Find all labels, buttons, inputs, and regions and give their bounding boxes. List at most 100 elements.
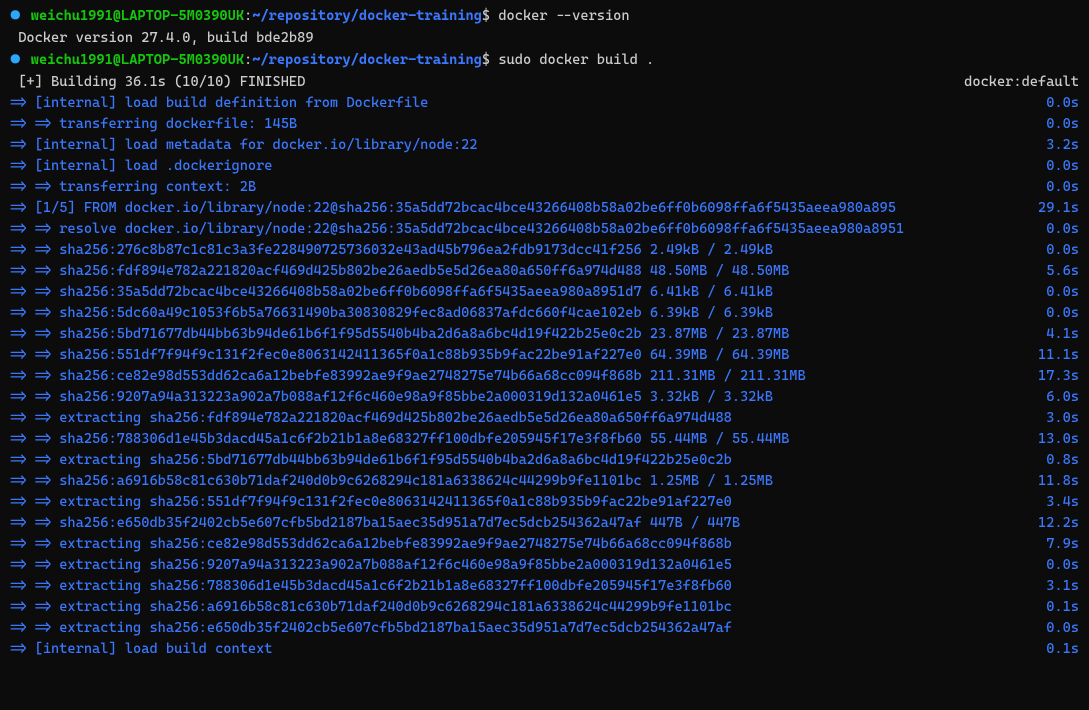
build-step-line: => => sha256:ce82e98d553dd62ca6a12bebfe8… — [10, 366, 1079, 387]
step-duration: 0.0s — [1038, 114, 1079, 135]
bullet-icon: ● — [10, 49, 21, 70]
build-step-line: => [internal] load .dockerignore0.0s — [10, 156, 1079, 177]
terminal-line-output: Docker version 27.4.0, build bde2b89 — [10, 28, 1079, 49]
build-step-line: => => sha256:276c8b87c1c81c3a3fe22849072… — [10, 240, 1079, 261]
prompt-dollar: $ — [482, 8, 490, 24]
step-text: sha256:276c8b87c1c81c3a3fe22849072573603… — [59, 242, 773, 258]
build-step-line: => => extracting sha256:ce82e98d553dd62c… — [10, 534, 1079, 555]
step-text: extracting sha256:ce82e98d553dd62ca6a12b… — [59, 536, 732, 552]
bullet-icon: ● — [10, 5, 21, 26]
step-arrow: => => — [10, 494, 59, 510]
step-duration: 4.1s — [1038, 324, 1079, 345]
step-duration: 3.1s — [1038, 576, 1079, 597]
build-step-line: => => transferring dockerfile: 145B 0.0s — [10, 114, 1079, 135]
step-arrow: => — [10, 158, 35, 174]
step-arrow: => => — [10, 368, 59, 384]
build-step-line: => => sha256:fdf894e782a221820acf469d425… — [10, 261, 1079, 282]
step-arrow: => — [10, 137, 35, 153]
step-arrow: => => — [10, 242, 59, 258]
step-duration: 0.0s — [1038, 282, 1079, 303]
step-duration: 11.8s — [1030, 471, 1079, 492]
build-step-line: => => sha256:551df7f94f9c131f2fec0e80631… — [10, 345, 1079, 366]
step-text: transferring context: 2B — [59, 179, 256, 195]
build-header-line: [+] Building 36.1s (10/10) FINISHED dock… — [10, 72, 1079, 93]
step-text: resolve docker.io/library/node:22@sha256… — [59, 221, 904, 237]
step-duration: 5.6s — [1038, 261, 1079, 282]
step-arrow: => => — [10, 116, 59, 132]
build-step-line: => => transferring context: 2B 0.0s — [10, 177, 1079, 198]
prompt-colon: : — [244, 52, 252, 68]
step-arrow: => — [10, 200, 35, 216]
build-step-line: => => sha256:a6916b58c81c630b71daf240d0b… — [10, 471, 1079, 492]
build-header-left: [+] Building 36.1s (10/10) FINISHED — [18, 74, 305, 90]
version-output: Docker version 27.4.0, build bde2b89 — [18, 30, 313, 46]
step-text: sha256:ce82e98d553dd62ca6a12bebfe83992ae… — [59, 368, 805, 384]
step-arrow: => => — [10, 263, 59, 279]
build-step-line: => => extracting sha256:551df7f94f9c131f… — [10, 492, 1079, 513]
prompt-user: weichu1991@LAPTOP-5M0390UK — [31, 52, 244, 68]
step-text: extracting sha256:e650db35f2402cb5e607cf… — [59, 620, 732, 636]
step-duration: 3.4s — [1038, 492, 1079, 513]
step-arrow: => => — [10, 599, 59, 615]
step-text: [internal] load metadata for docker.io/l… — [35, 137, 478, 153]
step-arrow: => => — [10, 284, 59, 300]
step-text: sha256:fdf894e782a221820acf469d425b802be… — [59, 263, 789, 279]
step-arrow: => => — [10, 515, 59, 531]
build-step-line: => [internal] load metadata for docker.i… — [10, 135, 1079, 156]
step-duration: 29.1s — [1030, 198, 1079, 219]
step-text: extracting sha256:fdf894e782a221820acf46… — [59, 410, 732, 426]
step-text: extracting sha256:a6916b58c81c630b71daf2… — [59, 599, 732, 615]
step-duration: 0.0s — [1038, 303, 1079, 324]
step-duration: 3.2s — [1038, 135, 1079, 156]
step-duration: 17.3s — [1030, 366, 1079, 387]
step-duration: 0.0s — [1038, 618, 1079, 639]
prompt-path: ~/repository/docker-training — [252, 52, 482, 68]
terminal-line-prompt-2[interactable]: ● weichu1991@LAPTOP-5M0390UK:~/repositor… — [10, 50, 1079, 71]
prompt-path: ~/repository/docker-training — [252, 8, 482, 24]
step-duration: 7.9s — [1038, 534, 1079, 555]
step-arrow: => => — [10, 473, 59, 489]
prompt-dollar: $ — [482, 52, 490, 68]
step-duration: 3.0s — [1038, 408, 1079, 429]
step-arrow: => => — [10, 578, 59, 594]
step-text: [internal] load build context — [35, 641, 273, 657]
step-duration: 0.0s — [1038, 240, 1079, 261]
step-arrow: => => — [10, 431, 59, 447]
step-text: sha256:a6916b58c81c630b71daf240d0b9c6268… — [59, 473, 773, 489]
build-step-line: => => sha256:e650db35f2402cb5e607cfb5bd2… — [10, 513, 1079, 534]
step-arrow: => => — [10, 326, 59, 342]
step-duration: 0.0s — [1038, 219, 1079, 240]
step-duration: 0.1s — [1038, 597, 1079, 618]
build-step-line: => [internal] load build definition from… — [10, 93, 1079, 114]
step-arrow: => => — [10, 179, 59, 195]
step-arrow: => — [10, 95, 35, 111]
build-step-line: => => extracting sha256:fdf894e782a22182… — [10, 408, 1079, 429]
step-arrow: => => — [10, 305, 59, 321]
step-text: transferring dockerfile: 145B — [59, 116, 297, 132]
build-step-line: => => extracting sha256:e650db35f2402cb5… — [10, 618, 1079, 639]
step-arrow: => => — [10, 221, 59, 237]
step-arrow: => — [10, 641, 35, 657]
step-arrow: => => — [10, 620, 59, 636]
prompt-user: weichu1991@LAPTOP-5M0390UK — [31, 8, 244, 24]
step-arrow: => => — [10, 410, 59, 426]
build-step-line: => => sha256:35a5dd72bcac4bce43266408b58… — [10, 282, 1079, 303]
step-duration: 0.0s — [1038, 156, 1079, 177]
build-step-line: => => resolve docker.io/library/node:22@… — [10, 219, 1079, 240]
build-step-line: => => sha256:9207a94a313223a902a7b088af1… — [10, 387, 1079, 408]
step-arrow: => => — [10, 452, 59, 468]
step-duration: 0.0s — [1038, 177, 1079, 198]
terminal-line-prompt-1[interactable]: ● weichu1991@LAPTOP-5M0390UK:~/repositor… — [10, 6, 1079, 27]
step-text: extracting sha256:551df7f94f9c131f2fec0e… — [59, 494, 732, 510]
command-text: docker --version — [498, 8, 629, 24]
step-arrow: => => — [10, 347, 59, 363]
step-text: sha256:e650db35f2402cb5e607cfb5bd2187ba1… — [59, 515, 740, 531]
step-duration: 11.1s — [1030, 345, 1079, 366]
step-duration: 12.2s — [1030, 513, 1079, 534]
build-step-line: => => extracting sha256:5bd71677db44bb63… — [10, 450, 1079, 471]
build-step-line: => => sha256:5dc60a49c1053f6b5a76631490b… — [10, 303, 1079, 324]
step-arrow: => => — [10, 557, 59, 573]
build-step-line: => => extracting sha256:788306d1e45b3dac… — [10, 576, 1079, 597]
step-text: sha256:9207a94a313223a902a7b088af12f6c46… — [59, 389, 773, 405]
step-duration: 0.0s — [1038, 93, 1079, 114]
